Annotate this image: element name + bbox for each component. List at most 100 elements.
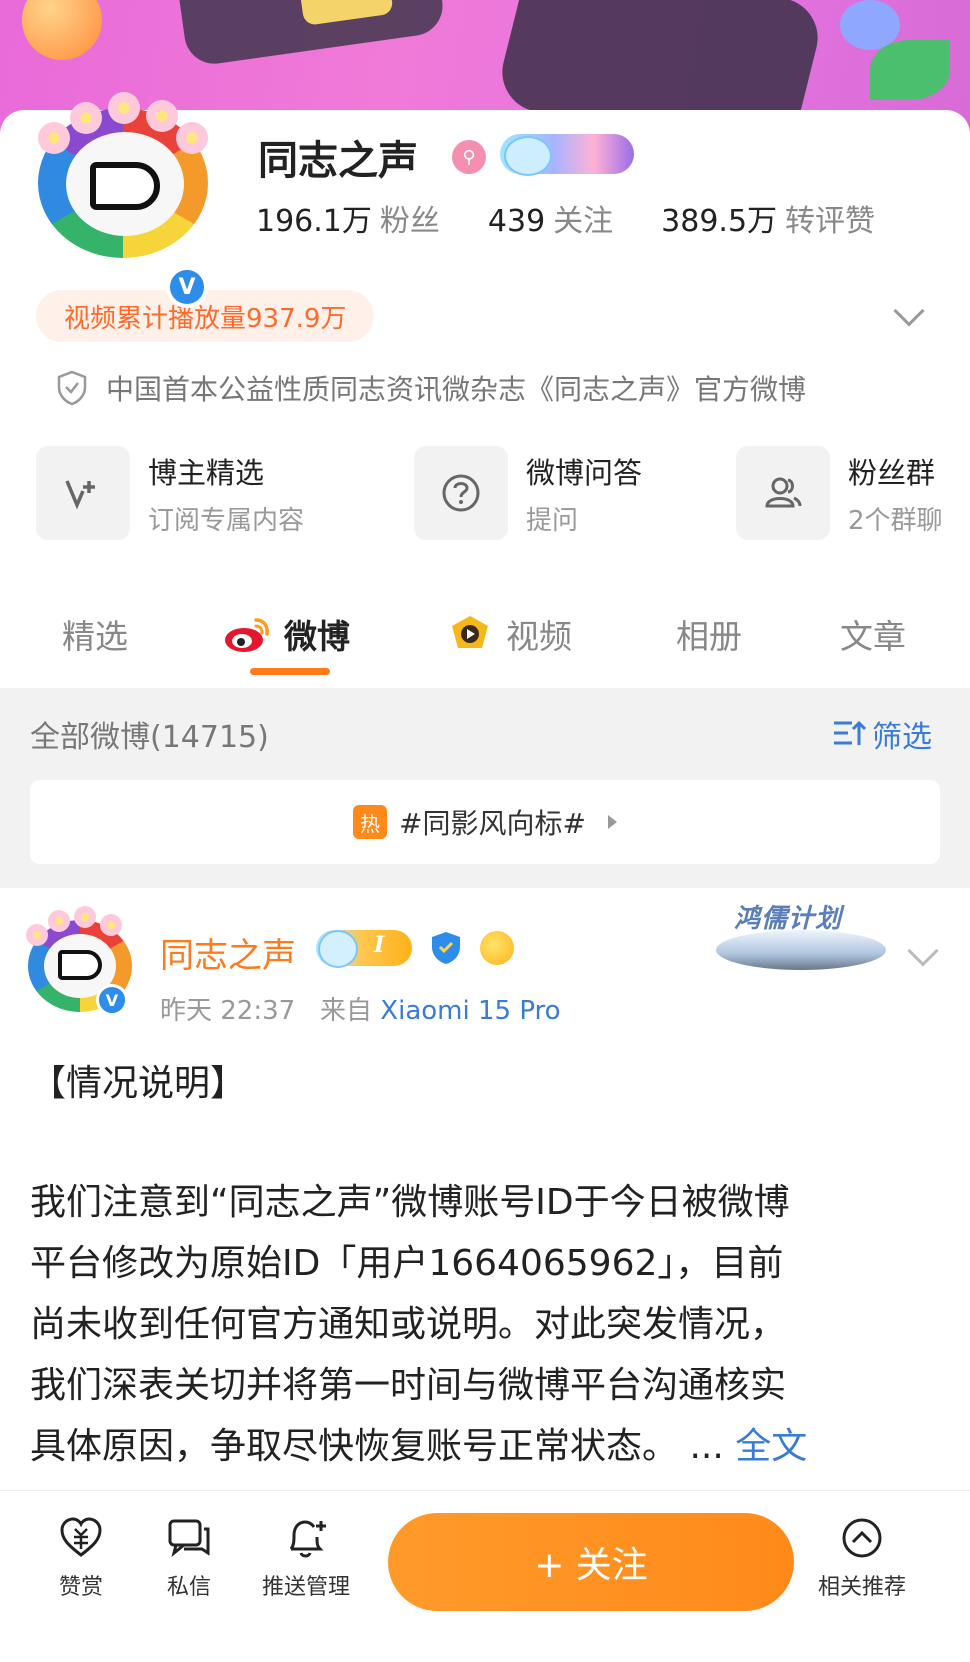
video-logo-icon — [452, 616, 488, 648]
post-body-line: 我们注意到“同志之声”微博账号ID于今日被微博 — [30, 1182, 790, 1223]
stat-followers[interactable]: 196.1万 粉丝 — [256, 196, 440, 240]
megaphone-icon — [90, 162, 160, 210]
weibo-logo-icon — [225, 618, 269, 652]
tab-albums[interactable]: 相册 — [676, 610, 742, 658]
tab-label: 文章 — [840, 617, 906, 656]
stat-value: 196.1万 — [256, 204, 372, 239]
tab-label: 微博 — [284, 617, 350, 656]
tab-label: 视频 — [506, 617, 572, 656]
tab-label: 相册 — [676, 617, 742, 656]
push-label: 推送管理 — [262, 1575, 351, 1600]
post-body-line: 尚未收到任何官方通知或说明。对此突发情况， — [30, 1304, 787, 1345]
balloon-decoration — [22, 0, 102, 60]
bio-text: 中国首本公益性质同志资讯微杂志《同志之声》官方微博 — [106, 373, 807, 406]
chevron-right-icon — [607, 815, 617, 829]
message-button[interactable]: 私信 — [166, 1515, 212, 1601]
hot-tag: 热 — [353, 805, 388, 839]
post-source-prefix: 来自 — [320, 996, 373, 1026]
reward-button[interactable]: 赞赏 — [58, 1515, 104, 1601]
megaphone-icon — [58, 950, 102, 980]
wave-decoration — [716, 930, 886, 970]
flower-crown — [34, 88, 214, 158]
quick-actions: 博主精选 订阅专属内容 微博问答 提问 粉丝群 2个群聊 — [36, 446, 966, 542]
verified-icon: V — [166, 266, 208, 308]
post-body-line: 平台修改为原始ID「用户1664065962」，目前 — [30, 1243, 784, 1284]
quick-card-title: 博主精选 — [148, 455, 265, 490]
sun-badge-icon[interactable] — [480, 931, 514, 965]
tab-video[interactable]: 视频 — [448, 610, 572, 658]
related-button[interactable]: 相关推荐 — [818, 1515, 906, 1601]
level-badge-text: I — [374, 932, 385, 958]
quick-card-title: 微博问答 — [526, 455, 643, 490]
post-body-line-last: 具体原因，争取尽快恢复账号正常状态。 ... 全文 — [30, 1416, 950, 1477]
profile-bio: 中国首本公益性质同志资讯微杂志《同志之声》官方微博 — [56, 368, 806, 408]
full-text-link[interactable]: 全文 — [735, 1426, 807, 1467]
level-badge[interactable]: I — [316, 930, 412, 968]
leaf-decoration — [870, 40, 950, 100]
cloud-badge-icon[interactable] — [500, 134, 634, 176]
quick-card-sub: 提问 — [526, 505, 579, 536]
filter-icon — [834, 720, 866, 745]
shield-icon — [57, 370, 87, 406]
stat-following[interactable]: 439 关注 — [488, 196, 613, 240]
post-time: 昨天 22:37 — [160, 996, 296, 1026]
tab-label: 精选 — [62, 617, 128, 656]
flower-decoration — [100, 914, 122, 936]
flower-decoration — [26, 924, 48, 946]
post-body[interactable]: 我们注意到“同志之声”微博账号ID于今日被微博 平台修改为原始ID「用户1664… — [30, 1172, 950, 1477]
profile-name: 同志之声 — [258, 138, 418, 184]
post-body-line: 具体原因，争取尽快恢复账号正常状态。 ... — [30, 1426, 724, 1467]
quick-card-qa[interactable]: 微博问答 提问 — [414, 446, 642, 540]
message-label: 私信 — [166, 1575, 211, 1600]
plan-badge[interactable]: 鸿儒计划 — [716, 898, 886, 974]
topic-card[interactable]: 热 #同影风向标# — [30, 780, 940, 864]
post-author-badges: I — [316, 930, 514, 968]
post-avatar[interactable]: V — [24, 906, 134, 1016]
stat-label: 转评赞 — [785, 204, 876, 239]
v-plus-icon — [36, 446, 130, 540]
reward-label: 赞赏 — [58, 1575, 103, 1600]
reward-icon — [60, 1517, 102, 1557]
profile-tabs: 精选 微博 视频 相册 文章 — [0, 600, 970, 680]
video-plays-pill[interactable]: 视频累计播放量937.9万 — [36, 290, 375, 342]
profile-stats: 196.1万 粉丝 439 关注 389.5万 转评赞 — [256, 196, 923, 240]
quick-card-fan-group[interactable]: 粉丝群 2个群聊 — [736, 446, 943, 540]
quick-card-featured[interactable]: 博主精选 订阅专属内容 — [36, 446, 304, 540]
push-settings-button[interactable]: 推送管理 — [262, 1515, 350, 1601]
stat-value: 439 — [487, 204, 546, 239]
stat-interactions[interactable]: 389.5万 转评赞 — [661, 196, 875, 240]
stat-label: 粉丝 — [379, 204, 440, 239]
flower-decoration — [74, 906, 96, 928]
flower-decoration — [48, 910, 70, 932]
search-badge-icon[interactable]: ⚲ — [452, 140, 486, 174]
quick-card-title: 粉丝群 — [848, 455, 936, 490]
group-icon — [736, 446, 830, 540]
follow-button[interactable]: + 关注 — [388, 1513, 794, 1611]
chevron-up-circle-icon — [842, 1518, 882, 1558]
post-meta: 昨天 22:37 来自 Xiaomi 15 Pro — [160, 990, 561, 1027]
profile-avatar[interactable]: V — [38, 88, 213, 308]
plan-badge-text: 鸿儒计划 — [734, 904, 843, 934]
question-icon — [414, 446, 508, 540]
topic-text: #同影风向标# — [399, 807, 586, 840]
quick-card-sub: 2个群聊 — [848, 505, 943, 536]
filter-label: 筛选 — [872, 720, 932, 755]
tab-weibo[interactable]: 微博 — [222, 610, 350, 658]
related-label: 相关推荐 — [818, 1575, 907, 1600]
post-source[interactable]: Xiaomi 15 Pro — [380, 996, 560, 1026]
filter-button[interactable]: 筛选 — [832, 712, 932, 756]
active-tab-indicator — [250, 668, 330, 675]
tab-articles[interactable]: 文章 — [840, 610, 906, 658]
message-icon — [168, 1519, 210, 1557]
stat-value: 389.5万 — [661, 204, 778, 239]
post-heading: 【情况说明】 — [30, 1063, 247, 1104]
shield-badge-icon[interactable] — [430, 931, 462, 965]
stat-label: 关注 — [553, 204, 614, 239]
all-weibo-count[interactable]: 全部微博(14715) — [30, 712, 269, 756]
verified-icon: V — [96, 984, 128, 1016]
bell-plus-icon — [289, 1520, 326, 1558]
post-author[interactable]: 同志之声 — [160, 928, 296, 977]
post-body-line: 我们深表关切并将第一时间与微博平台沟通核实 — [30, 1365, 787, 1406]
tab-featured[interactable]: 精选 — [62, 610, 128, 658]
bottom-action-bar: 赞赏 私信 推送管理 + 关注 相关推荐 — [0, 1490, 970, 1662]
